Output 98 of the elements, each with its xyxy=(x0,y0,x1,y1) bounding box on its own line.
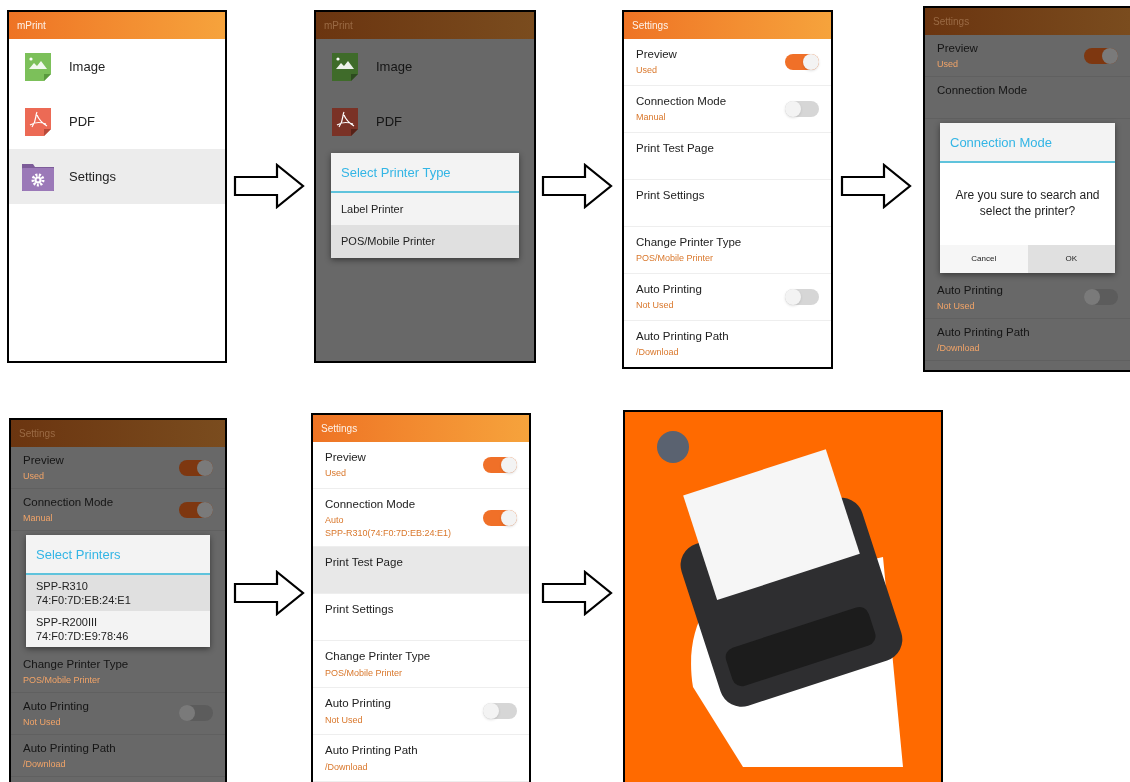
setting-value: Used xyxy=(325,468,347,480)
setting-label: Preview xyxy=(937,41,978,56)
setting-label: Auto Printing xyxy=(937,282,1003,298)
menu-label: PDF xyxy=(376,112,402,131)
setting-label: Change Printer Type xyxy=(325,649,431,665)
setting-value: POS/Mobile Printer xyxy=(23,674,102,686)
flow-arrow xyxy=(233,570,305,616)
flow-arrow xyxy=(233,163,305,209)
setting-label: Print Test Page xyxy=(325,555,403,571)
menu-item[interactable]: Settings xyxy=(9,149,225,204)
setting-label: Connection Mode xyxy=(23,495,114,510)
setting-value: /Download xyxy=(325,761,369,773)
menu-item[interactable]: PDF xyxy=(9,94,225,149)
dialog-option[interactable]: Label Printer xyxy=(331,192,519,225)
setting-label: Auto Printing Path xyxy=(636,329,729,344)
settings-row[interactable]: Print Test Page xyxy=(624,133,831,180)
settings-row[interactable]: Auto Printing Path /Download xyxy=(624,321,831,367)
toggle-switch[interactable] xyxy=(179,501,213,518)
setting-value: Not Used xyxy=(23,716,62,728)
flow-arrow xyxy=(541,163,613,209)
setting-label: Preview xyxy=(636,47,677,62)
setting-label: Print Settings xyxy=(325,602,394,618)
flow-arrow xyxy=(541,570,613,616)
settings-row[interactable]: Auto Printing Not Used xyxy=(313,688,529,736)
setting-value: /Download xyxy=(937,342,981,354)
app-title: mPrint xyxy=(17,19,46,33)
menu-label: Settings xyxy=(69,167,116,186)
printer-address: 74:F0:7D:E9:78:46 xyxy=(36,628,130,643)
setting-value: Not Used xyxy=(636,300,675,312)
setting-value: Used xyxy=(23,471,45,483)
setting-value: Not Used xyxy=(325,714,364,726)
setting-value: Manual xyxy=(636,112,667,124)
toggle-switch[interactable] xyxy=(179,705,213,721)
menu-label: PDF xyxy=(69,112,95,131)
settings-row[interactable]: Auto Printing Not Used xyxy=(624,274,831,321)
settings-row[interactable]: Print Test Page xyxy=(313,547,529,595)
toggle-switch[interactable] xyxy=(1084,289,1118,305)
toggle-switch[interactable] xyxy=(1084,47,1118,64)
toggle-switch[interactable] xyxy=(785,54,819,70)
settings-folder-icon xyxy=(21,161,55,192)
setting-label: Connection Mode xyxy=(325,497,417,512)
settings-row[interactable]: Print Settings xyxy=(313,594,529,642)
setting-label: Auto Printing Path xyxy=(23,740,116,756)
setting-label: Print Test Page xyxy=(636,141,714,156)
setting-value: POS/Mobile Printer xyxy=(325,667,404,679)
dialog-option[interactable]: SPP-R200III 74:F0:7D:E9:78:46 xyxy=(26,610,210,647)
setting-label: Auto Printing xyxy=(23,698,89,714)
image-file-icon xyxy=(331,51,359,82)
menu-label: Image xyxy=(376,57,413,76)
printer-name: SPP-R310 xyxy=(36,578,89,593)
printer-name: SPP-R200III xyxy=(36,614,99,629)
app-title: Settings xyxy=(632,19,669,33)
setting-value: Used xyxy=(636,65,658,77)
setting-value: /Download xyxy=(23,758,67,770)
settings-row[interactable]: Auto Printing Path /Download xyxy=(313,735,529,782)
toggle-switch[interactable] xyxy=(179,459,213,476)
image-file-icon xyxy=(24,51,52,82)
setting-value: Not Used xyxy=(937,300,976,312)
toggle-switch[interactable] xyxy=(483,457,517,473)
toggle-switch[interactable] xyxy=(483,509,517,526)
settings-row[interactable]: Change Printer Type POS/Mobile Printer xyxy=(313,641,529,689)
printer-address: 74:F0:7D:EB:24:E1 xyxy=(36,592,132,607)
setting-label: Preview xyxy=(325,450,366,465)
dialog-option[interactable]: POS/Mobile Printer xyxy=(331,225,519,258)
setting-label: Auto Printing xyxy=(325,696,391,712)
settings-row[interactable]: Preview Used xyxy=(624,39,831,86)
toggle-switch[interactable] xyxy=(785,101,819,117)
setting-value: SPP-R310(74:F0:7D:EB:24:E1) xyxy=(325,528,452,540)
settings-row[interactable]: Preview Used xyxy=(313,442,529,489)
flow-arrow xyxy=(840,163,912,209)
setting-value: Manual xyxy=(23,513,54,525)
menu-item[interactable]: Image xyxy=(9,39,225,94)
setting-value: POS/Mobile Printer xyxy=(636,253,715,265)
setting-label: Connection Mode xyxy=(937,83,1028,98)
setting-label: Print Settings xyxy=(636,188,705,203)
pdf-file-icon xyxy=(24,106,52,137)
menu-label: Image xyxy=(69,57,106,76)
dialog-option[interactable]: SPP-R310 74:F0:7D:EB:24:E1 xyxy=(26,574,210,611)
setting-value: /Download xyxy=(636,347,680,359)
dialog-message: Are you sure to search and select the printer? xyxy=(954,186,1101,219)
setting-label: Change Printer Type xyxy=(636,235,742,250)
setting-label: Change Printer Type xyxy=(23,656,129,672)
app-title: Settings xyxy=(321,422,358,436)
pdf-file-icon xyxy=(331,106,359,137)
dialog-button[interactable]: OK xyxy=(1027,244,1115,273)
setting-label: Auto Printing Path xyxy=(325,743,418,759)
settings-row[interactable]: Connection Mode Manual xyxy=(624,86,831,133)
setting-label: Connection Mode xyxy=(636,94,727,109)
settings-row[interactable]: Print Settings xyxy=(624,180,831,227)
dialog-button[interactable]: Cancel xyxy=(940,244,1028,273)
setting-value: Auto xyxy=(325,515,345,527)
setting-label: Preview xyxy=(23,453,64,468)
setting-label: Auto Printing xyxy=(636,282,702,297)
toggle-switch[interactable] xyxy=(785,289,819,305)
toggle-switch[interactable] xyxy=(483,703,517,720)
settings-row[interactable]: Change Printer Type POS/Mobile Printer xyxy=(624,227,831,274)
setting-label: Auto Printing Path xyxy=(937,324,1030,340)
setting-value: Used xyxy=(937,59,959,71)
